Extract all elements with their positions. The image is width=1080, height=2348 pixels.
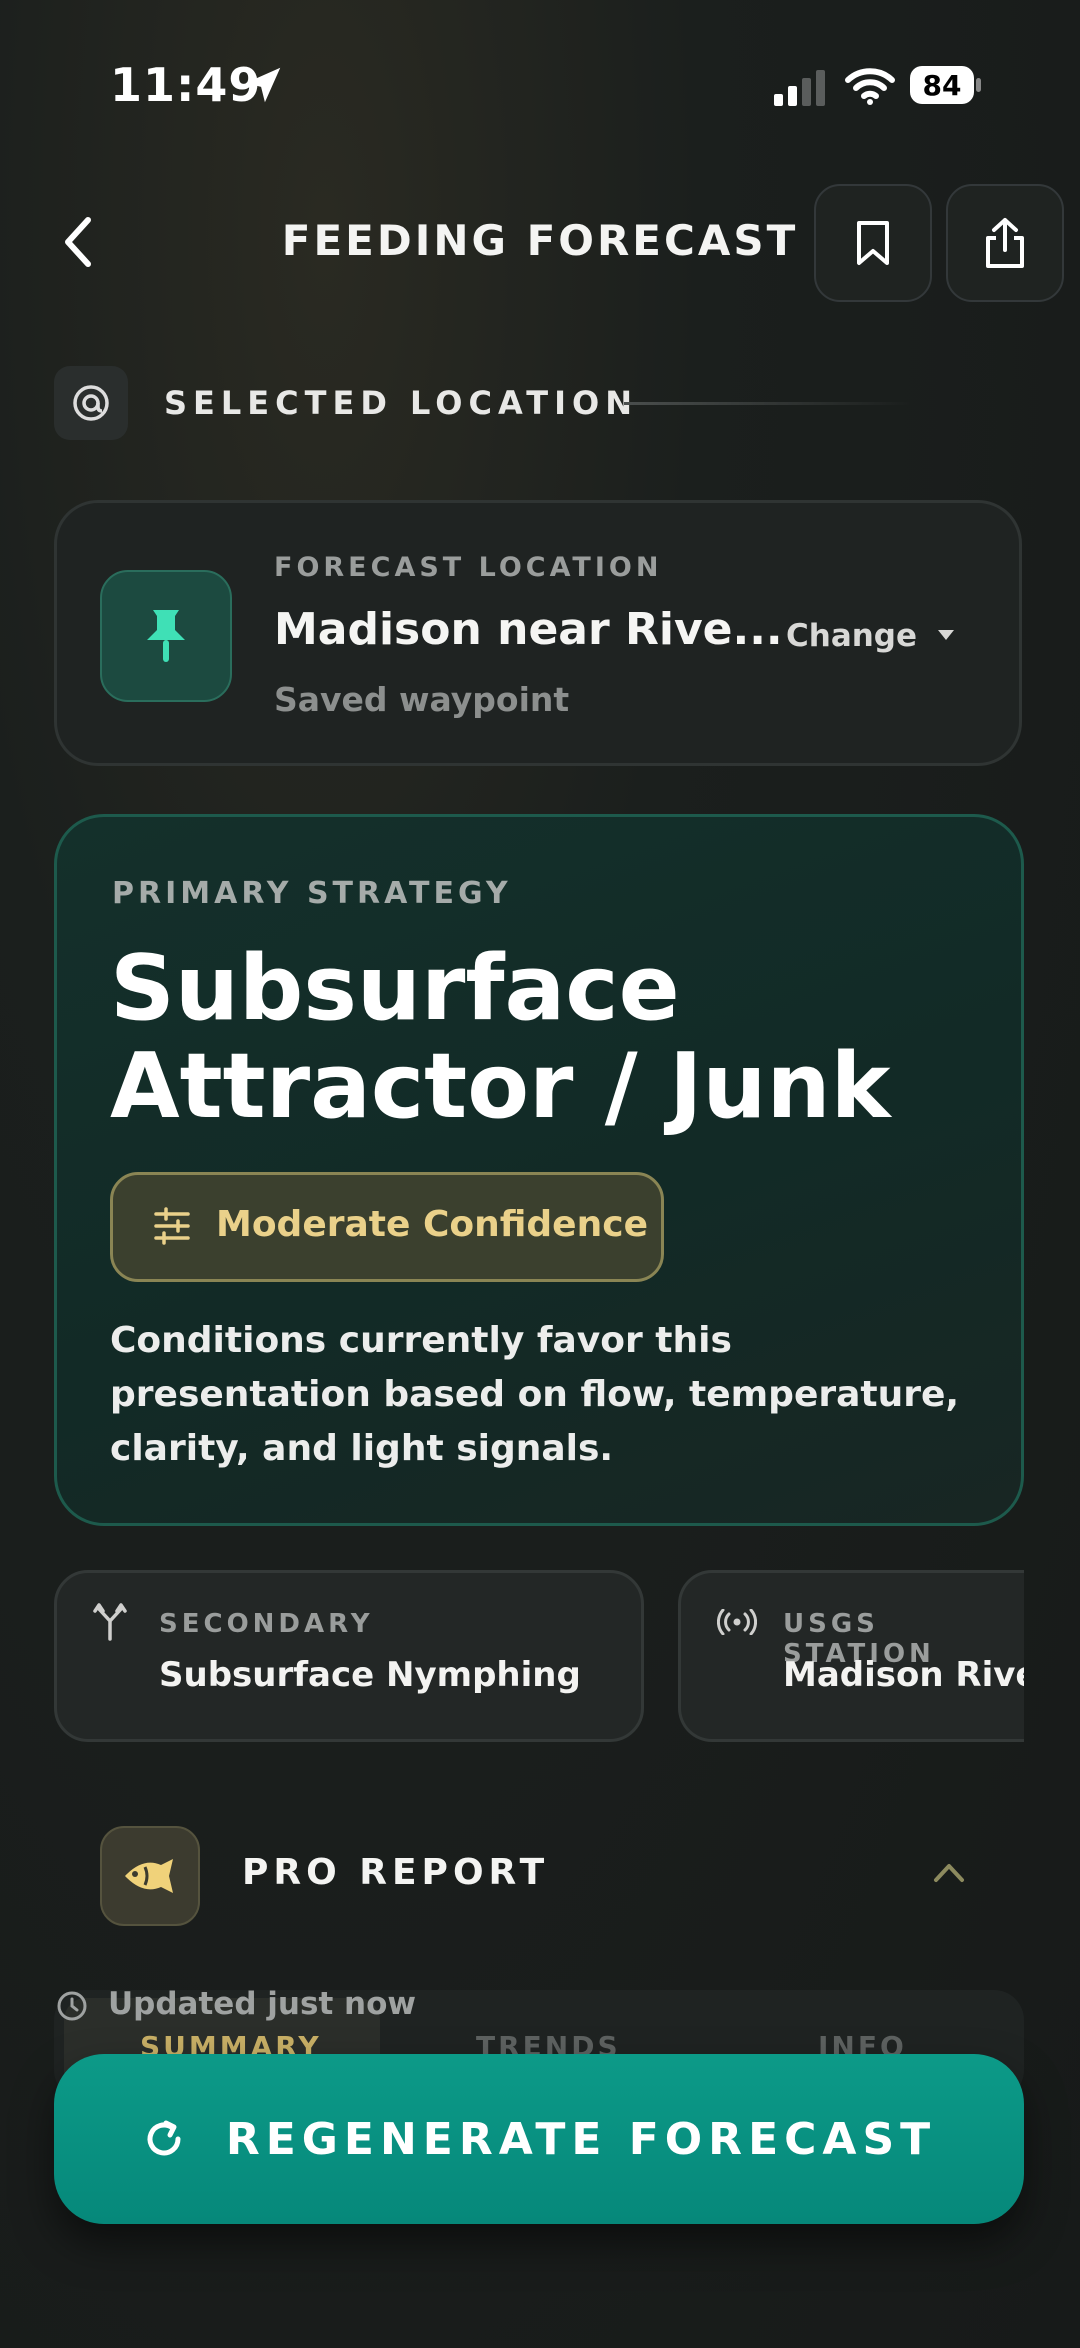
refresh-icon bbox=[147, 2120, 181, 2156]
bookmark-icon bbox=[857, 221, 889, 265]
section-label-selected-location: SELECTED LOCATION bbox=[164, 384, 638, 422]
pin-icon bbox=[100, 570, 232, 702]
battery-level: 84 bbox=[910, 66, 974, 104]
secondary-strategy-card[interactable]: SECONDARY Subsurface Nymphing bbox=[54, 1570, 644, 1742]
forecast-location-label: FORECAST LOCATION bbox=[274, 552, 663, 583]
secondary-value: Subsurface Nymphing bbox=[159, 1655, 581, 1695]
sliders-icon bbox=[154, 1207, 190, 1245]
bookmark-button[interactable] bbox=[814, 184, 932, 302]
usgs-station-card[interactable]: USGS STATION Madison River bbox=[678, 1570, 1024, 1742]
primary-strategy-label: PRIMARY STRATEGY bbox=[112, 876, 512, 911]
location-arrow-icon bbox=[245, 67, 281, 103]
target-icon bbox=[54, 366, 128, 440]
share-button[interactable] bbox=[946, 184, 1064, 302]
updated-timestamp: Updated just now bbox=[108, 1986, 417, 2022]
fork-icon bbox=[93, 1603, 127, 1641]
secondary-label: SECONDARY bbox=[159, 1609, 374, 1639]
cellular-signal-icon bbox=[774, 70, 825, 106]
caret-down-icon[interactable] bbox=[936, 628, 956, 642]
fish-icon bbox=[100, 1826, 200, 1926]
forecast-location-subtitle: Saved waypoint bbox=[274, 680, 570, 719]
strategy-description: Conditions currently favor this presenta… bbox=[110, 1320, 960, 1469]
battery-indicator: 84 bbox=[910, 66, 982, 106]
regenerate-forecast-button[interactable]: REGENERATE FORECAST bbox=[54, 2054, 1024, 2224]
forecast-location-name: Madison near Rive... bbox=[274, 604, 783, 655]
change-location-button[interactable]: Change bbox=[786, 618, 917, 654]
broadcast-icon bbox=[717, 1609, 757, 1635]
regenerate-forecast-label: REGENERATE FORECAST bbox=[225, 2113, 937, 2165]
divider bbox=[624, 402, 914, 405]
primary-strategy-title: Subsurface Attractor / Junk bbox=[110, 936, 891, 1139]
chevron-up-icon[interactable] bbox=[932, 1860, 966, 1884]
pro-report-label: PRO REPORT bbox=[242, 1852, 550, 1893]
wifi-icon bbox=[845, 68, 895, 105]
status-time: 11:49 bbox=[110, 58, 262, 112]
confidence-label: Moderate Confidence bbox=[216, 1204, 648, 1245]
share-icon bbox=[986, 218, 1024, 268]
usgs-value: Madison River bbox=[783, 1655, 1024, 1695]
clock-icon bbox=[57, 1991, 87, 2021]
